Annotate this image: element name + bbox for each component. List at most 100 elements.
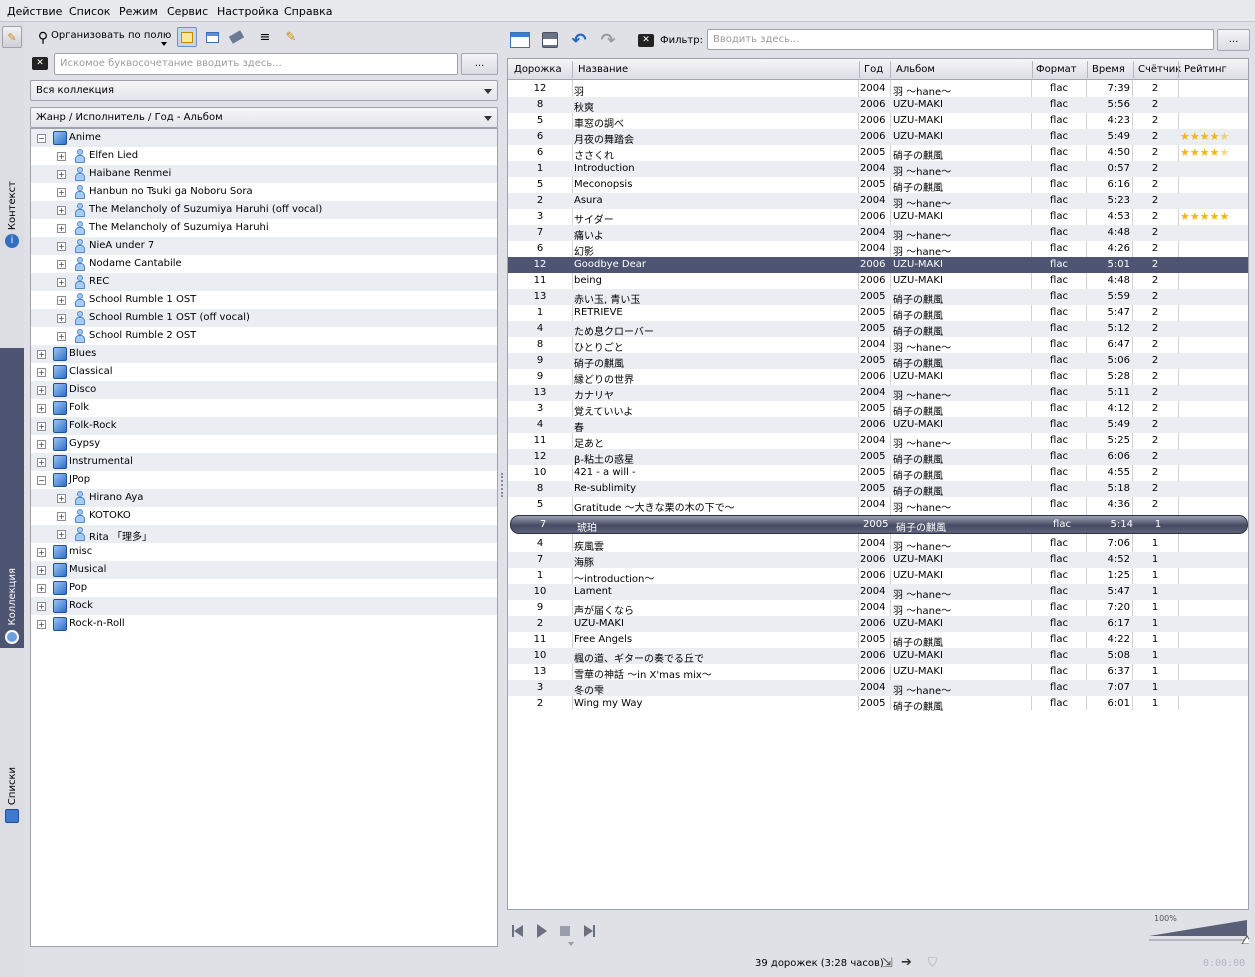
playlist-filter-input[interactable]: Вводить здесь... [707, 29, 1214, 50]
tree-item[interactable]: + Gypsy [31, 435, 497, 453]
expand-icon[interactable]: + [37, 548, 46, 557]
expand-icon[interactable]: + [37, 602, 46, 611]
collapse-icon[interactable]: − [37, 476, 46, 485]
playlist-row[interactable]: 13 赤い玉, 青い玉 2005 硝子の麒風 flac 5:59 2 [508, 289, 1248, 306]
rating-stars[interactable]: ★★★★★ [1180, 130, 1229, 143]
device-icon[interactable] [226, 27, 246, 47]
tree-item[interactable]: + Pop [31, 579, 497, 597]
tree-item[interactable]: + KOTOKO [31, 507, 497, 525]
tree-item[interactable]: + Rock-n-Roll [31, 615, 497, 633]
menu-action[interactable]: Действие [7, 5, 62, 18]
expand-icon[interactable]: + [37, 386, 46, 395]
menu-playlist[interactable]: Список [69, 5, 110, 18]
playlist-row[interactable]: 8 ひとりごと 2004 羽 ～hane～ flac 6:47 2 [508, 337, 1248, 354]
expand-icon[interactable]: + [57, 188, 66, 197]
tree-item[interactable]: + The Melancholy of Suzumiya Haruhi [31, 219, 497, 237]
expand-icon[interactable]: + [57, 170, 66, 179]
rating-stars[interactable]: ★★★★★ [1180, 210, 1229, 223]
playlist-row[interactable]: 2 Wing my Way 2005 硝子の麒風 flac 6:01 1 [508, 696, 1248, 713]
organize-dropdown-icon[interactable] [161, 42, 167, 46]
tree-item[interactable]: + Folk-Rock [31, 417, 497, 435]
expand-icon[interactable]: + [37, 350, 46, 359]
col-format[interactable]: Формат [1036, 64, 1077, 75]
playlist-row[interactable]: 6 月夜の舞踏会 2006 UZU-MAKI flac 5:49 2 ★★★★★ [508, 129, 1248, 146]
tree-view-icon[interactable] [177, 27, 197, 47]
playlist-row[interactable]: 4 ため息クローバー 2005 硝子の麒風 flac 5:12 2 [508, 321, 1248, 338]
configure-icon[interactable]: ✎ [281, 27, 301, 47]
playlist-row[interactable]: 6 ささくれ 2005 硝子の麒風 flac 4:50 2 ★★★★★ [508, 145, 1248, 162]
menu-mode[interactable]: Режим [119, 5, 158, 18]
expand-icon[interactable]: + [37, 422, 46, 431]
play-icon[interactable] [537, 924, 547, 938]
playlist-row[interactable]: 10 楓の道、ギターの奏でる丘で 2006 UZU-MAKI flac 5:08 1 [508, 648, 1248, 665]
playlist-row[interactable]: 8 秋爽 2006 UZU-MAKI flac 5:56 2 [508, 97, 1248, 114]
save-icon[interactable] [539, 30, 561, 50]
flat-view-icon[interactable] [202, 27, 222, 47]
tree-item[interactable]: + Nodame Cantabile [31, 255, 497, 273]
tree-item[interactable]: + Classical [31, 363, 497, 381]
playlist-row[interactable]: 12 β-粘土の惑星 2005 硝子の麒風 flac 6:06 2 [508, 449, 1248, 466]
playlist-row[interactable]: 5 Meconopsis 2005 硝子の麒風 flac 6:16 2 [508, 177, 1248, 194]
collection-filter-select[interactable]: Вся коллекция [30, 80, 498, 101]
stop-dropdown-icon[interactable] [568, 942, 574, 946]
tree-item[interactable]: + REC [31, 273, 497, 291]
tree-item[interactable]: + Hirano Aya [31, 489, 497, 507]
expand-icon[interactable]: + [37, 566, 46, 575]
panel-splitter[interactable] [500, 470, 504, 500]
col-album[interactable]: Альбом [896, 64, 935, 75]
col-count[interactable]: Счётчик [1138, 64, 1181, 75]
menu-tools[interactable]: Сервис [167, 5, 208, 18]
tree-item[interactable]: + Haibane Renmei [31, 165, 497, 183]
volume-slider[interactable] [1149, 918, 1249, 944]
search-options-button[interactable]: ... [461, 53, 498, 75]
playlist-row[interactable]: 13 雪華の神話 ～in X'mas mix～ 2006 UZU-MAKI flac 6:… [508, 664, 1248, 681]
playlist-row[interactable]: 10 421 - a will - 2005 硝子の麒風 flac 4:55 2 [508, 465, 1248, 482]
queue-icon[interactable]: ⇲ [882, 956, 893, 971]
tab-collection[interactable]: Коллекция [0, 348, 24, 648]
playlist-row[interactable]: 11 足あと 2004 羽 ～hane～ flac 5:25 2 [508, 433, 1248, 450]
playlist-row[interactable]: 13 カナリヤ 2004 羽 ～hane～ flac 5:11 2 [508, 385, 1248, 402]
playlist-row[interactable]: 11 Free Angels 2005 硝子の麒風 flac 4:22 1 [508, 632, 1248, 649]
tree-item[interactable]: + School Rumble 2 OST [31, 327, 497, 345]
playlist-row[interactable]: 1 ～introduction～ 2006 UZU-MAKI flac 1:25 1 [508, 568, 1248, 585]
tree-item[interactable]: + Musical [31, 561, 497, 579]
playlist-row[interactable]: 12 Goodbye Dear 2006 UZU-MAKI flac 5:01 2 [508, 257, 1248, 273]
expand-icon[interactable]: + [57, 206, 66, 215]
tree-item[interactable]: + Rita 「理多」 [31, 525, 497, 543]
menu-settings[interactable]: Настройка [217, 5, 279, 18]
expand-icon[interactable]: + [37, 620, 46, 629]
playlist-row[interactable]: 3 覚えていいよ 2005 硝子の麒風 flac 4:12 2 [508, 401, 1248, 418]
organize-label[interactable]: Организовать по полю [51, 30, 171, 41]
clear-search-icon[interactable]: ✕ [32, 57, 48, 70]
redo-icon[interactable]: ↷ [597, 30, 619, 51]
playlist-row[interactable]: 5 車窓の調べ 2006 UZU-MAKI flac 4:23 2 [508, 113, 1248, 130]
side-config-tab[interactable]: ✎ [0, 22, 24, 54]
playlist-row[interactable]: 7 痛いよ 2004 羽 ～hane～ flac 4:48 2 [508, 225, 1248, 242]
playlist-row[interactable]: 2 Asura 2004 羽 ～hane～ flac 5:23 2 [508, 193, 1248, 210]
tree-item[interactable]: + NieA under 7 [31, 237, 497, 255]
tab-playlists[interactable]: Списки [0, 762, 24, 827]
playlist-window-icon[interactable] [509, 30, 531, 50]
playlist-row[interactable]: 2 UZU-MAKI 2006 UZU-MAKI flac 6:17 1 [508, 616, 1248, 632]
playlist-row[interactable]: 8 Re-sublimity 2005 硝子の麒風 flac 5:18 2 [508, 481, 1248, 498]
expand-icon[interactable]: + [57, 296, 66, 305]
expand-icon[interactable]: + [57, 278, 66, 287]
playlist-row[interactable]: 3 サイダー 2006 UZU-MAKI flac 4:53 2 ★★★★★ [508, 209, 1248, 226]
playlist-row[interactable]: 1 RETRIEVE 2005 硝子の麒風 flac 5:47 2 [508, 305, 1248, 322]
tab-context[interactable]: Контекст i [0, 152, 24, 252]
playlist-table[interactable]: Дорожка Название Год Альбом Формат Время… [507, 58, 1249, 910]
tree-item[interactable]: + School Rumble 1 OST (off vocal) [31, 309, 497, 327]
playlist-row[interactable]: 1 Introduction 2004 羽 ～hane～ flac 0:57 2 [508, 161, 1248, 178]
expand-icon[interactable]: + [37, 584, 46, 593]
filter-options-button[interactable]: ... [1217, 29, 1250, 51]
playlist-row[interactable]: 9 声が届くなら 2004 羽 ～hane～ flac 7:20 1 [508, 600, 1248, 617]
tree-item[interactable]: + misc [31, 543, 497, 561]
expand-icon[interactable]: + [37, 368, 46, 377]
playlist-row[interactable]: 4 疾風雲 2004 羽 ～hane～ flac 7:06 1 [508, 536, 1248, 553]
expand-icon[interactable]: + [37, 458, 46, 467]
undo-icon[interactable]: ↶ [568, 30, 590, 51]
col-title[interactable]: Название [578, 64, 628, 75]
playlist-row[interactable]: 7 琥珀 2005 硝子の麒風 flac 5:14 1 [510, 515, 1248, 534]
expand-icon[interactable]: + [57, 494, 66, 503]
tree-item[interactable]: + School Rumble 1 OST [31, 291, 497, 309]
